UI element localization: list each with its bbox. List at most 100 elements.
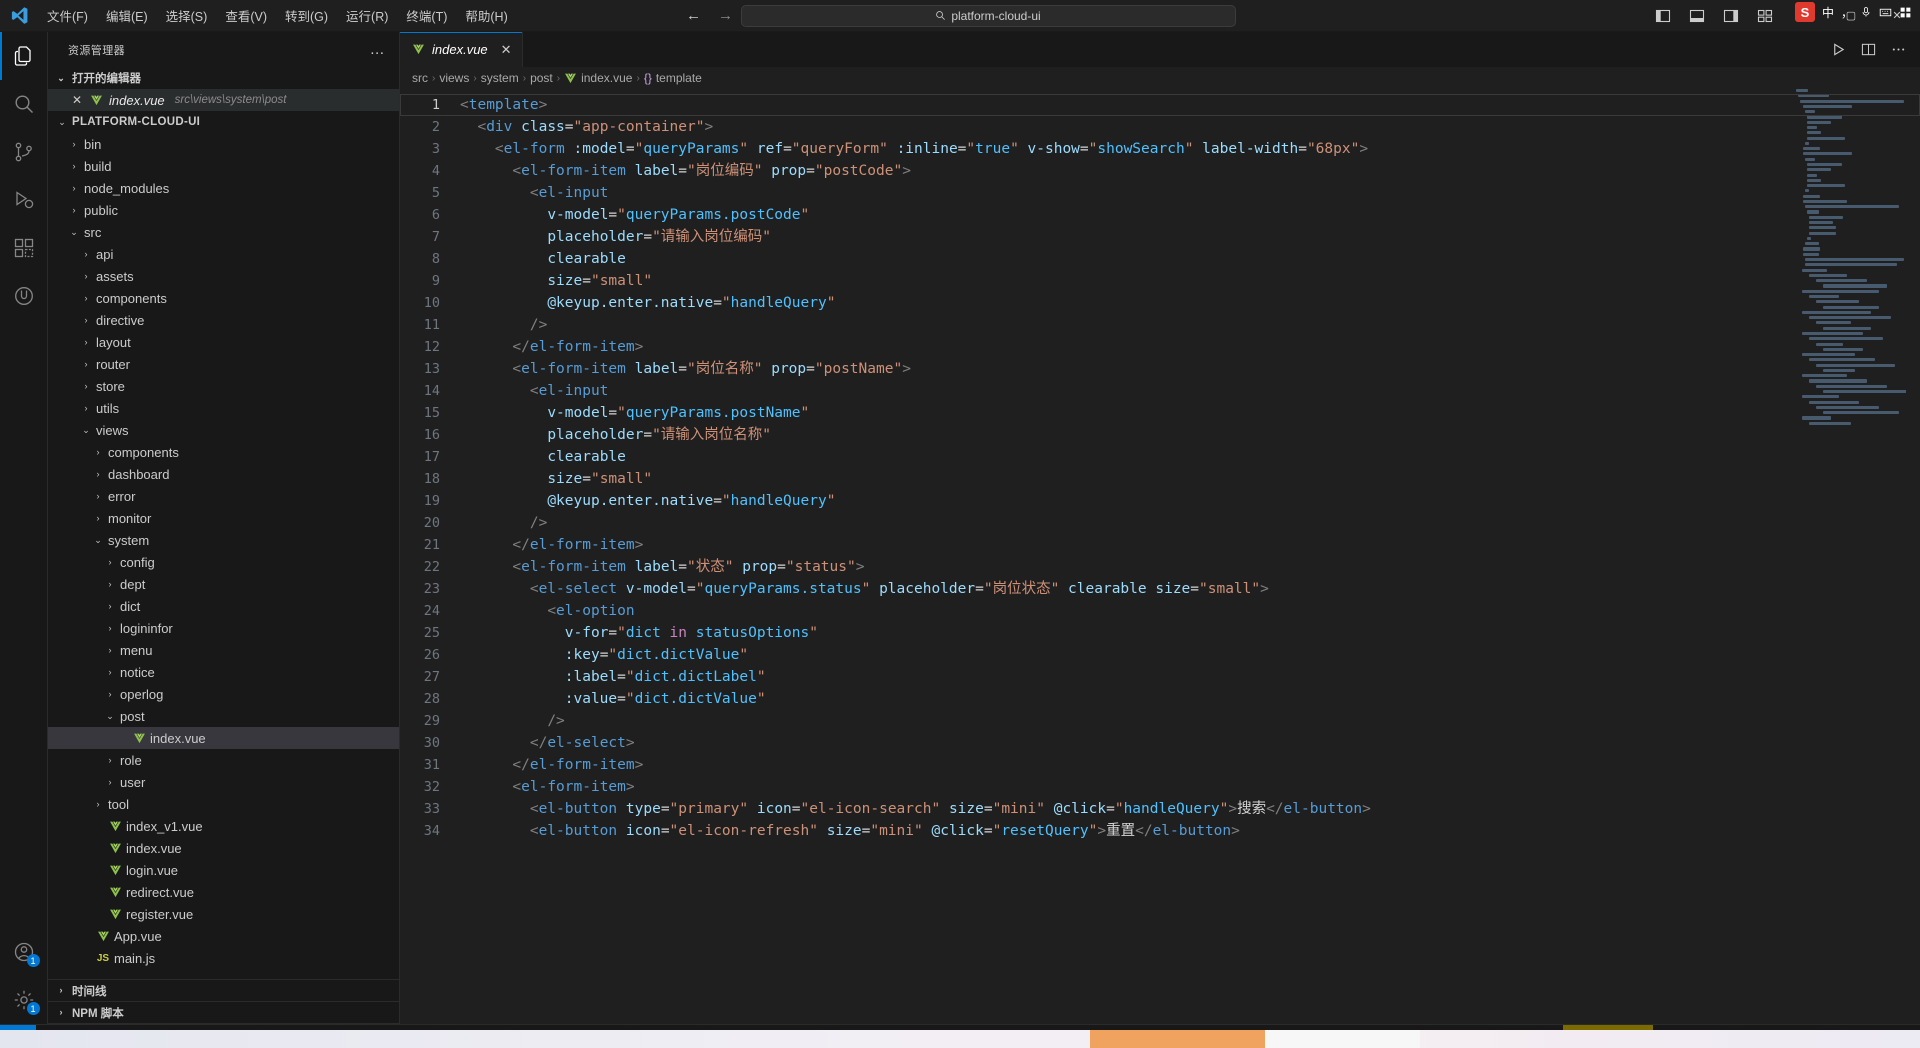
ime-punctuation[interactable]: ， bbox=[1841, 4, 1853, 21]
tree-folder[interactable]: › menu bbox=[48, 639, 399, 661]
tree-root[interactable]: ⌄ PLATFORM-CLOUD-UI bbox=[48, 111, 399, 133]
apps-grid-icon[interactable] bbox=[1899, 6, 1912, 19]
breadcrumb-item[interactable]: system bbox=[481, 71, 519, 85]
toggle-primary-sidebar-icon[interactable] bbox=[1646, 0, 1680, 31]
tree-folder[interactable]: › logininfor bbox=[48, 617, 399, 639]
tree-folder[interactable]: › user bbox=[48, 771, 399, 793]
taskbar-active-window[interactable] bbox=[1090, 1030, 1265, 1048]
back-arrow-icon[interactable]: ← bbox=[685, 8, 703, 23]
close-icon[interactable]: ✕ bbox=[70, 93, 84, 107]
tree-folder[interactable]: › directive bbox=[48, 309, 399, 331]
tree-folder[interactable]: › router bbox=[48, 353, 399, 375]
open-editor-item[interactable]: ✕ index.vue src\views\system\post bbox=[48, 89, 399, 111]
tree-file[interactable]: App.vue bbox=[48, 925, 399, 947]
microphone-icon[interactable] bbox=[1860, 6, 1872, 18]
sogou-logo-icon[interactable]: S bbox=[1794, 2, 1815, 22]
activity-testing[interactable] bbox=[0, 272, 48, 320]
tree-folder[interactable]: › api bbox=[48, 243, 399, 265]
tree-folder[interactable]: › dept bbox=[48, 573, 399, 595]
search-icon bbox=[12, 92, 36, 116]
tab-close-icon[interactable]: ✕ bbox=[501, 42, 512, 58]
keyboard-icon[interactable] bbox=[1879, 6, 1892, 19]
split-editor-icon[interactable] bbox=[1854, 36, 1882, 64]
tree-folder[interactable]: › store bbox=[48, 375, 399, 397]
menu-help[interactable]: 帮助(H) bbox=[456, 0, 516, 31]
tree-folder[interactable]: › build bbox=[48, 155, 399, 177]
tree-folder[interactable]: › utils bbox=[48, 397, 399, 419]
tree-folder[interactable]: ⌄ system bbox=[48, 529, 399, 551]
tree-folder[interactable]: › bin bbox=[48, 133, 399, 155]
tree-file[interactable]: redirect.vue bbox=[48, 881, 399, 903]
section-timeline[interactable]: › 时间线 bbox=[48, 980, 399, 1002]
tree-folder[interactable]: › node_modules bbox=[48, 177, 399, 199]
tree-file[interactable]: JS main.js bbox=[48, 947, 399, 969]
tree-folder[interactable]: › operlog bbox=[48, 683, 399, 705]
tree-folder[interactable]: › role bbox=[48, 749, 399, 771]
tree-file[interactable]: index.vue bbox=[48, 727, 399, 749]
section-npm-scripts[interactable]: › NPM 脚本 bbox=[48, 1002, 399, 1024]
tree-folder[interactable]: › components bbox=[48, 441, 399, 463]
more-actions-icon[interactable]: … bbox=[364, 42, 391, 57]
windows-taskbar[interactable] bbox=[0, 1030, 1920, 1048]
toggle-secondary-sidebar-icon[interactable] bbox=[1714, 0, 1748, 31]
taskbar-window[interactable] bbox=[1265, 1030, 1420, 1048]
menu-run[interactable]: 运行(R) bbox=[337, 0, 397, 31]
tree-item-label: src bbox=[84, 224, 102, 240]
activity-accounts[interactable]: 1 bbox=[0, 928, 48, 976]
tree-folder[interactable]: › dict bbox=[48, 595, 399, 617]
menu-file[interactable]: 文件(F) bbox=[38, 0, 97, 31]
tree-folder[interactable]: › layout bbox=[48, 331, 399, 353]
tree-folder[interactable]: › public bbox=[48, 199, 399, 221]
tree-file[interactable]: index_v1.vue bbox=[48, 815, 399, 837]
tree-item-label: api bbox=[96, 246, 114, 262]
menu-view[interactable]: 查看(V) bbox=[216, 0, 276, 31]
tree-folder[interactable]: › tool bbox=[48, 793, 399, 815]
code-content[interactable]: <template> <div class="app-container"> <… bbox=[460, 89, 1920, 1024]
breadcrumb-item[interactable]: views bbox=[439, 71, 469, 85]
tree-folder[interactable]: ⌄ src bbox=[48, 221, 399, 243]
tree-file[interactable]: register.vue bbox=[48, 903, 399, 925]
tree-folder[interactable]: › components bbox=[48, 287, 399, 309]
breadcrumb-item[interactable]: index.vue bbox=[564, 71, 632, 85]
tree-folder[interactable]: › dashboard bbox=[48, 463, 399, 485]
quick-open-search-input[interactable]: platform-cloud-ui bbox=[740, 4, 1236, 27]
code-line: placeholder="请输入岗位编码" bbox=[547, 229, 772, 245]
breadcrumb-item[interactable]: src bbox=[412, 71, 428, 85]
activity-run-debug[interactable] bbox=[0, 176, 48, 224]
menu-edit[interactable]: 编辑(E) bbox=[97, 0, 157, 31]
tree-folder[interactable]: › error bbox=[48, 485, 399, 507]
activity-explorer[interactable] bbox=[0, 32, 48, 80]
more-actions-icon[interactable] bbox=[1884, 36, 1912, 64]
section-open-editors[interactable]: ⌄ 打开的编辑器 bbox=[48, 67, 399, 89]
customize-layout-icon[interactable] bbox=[1748, 0, 1782, 31]
tree-folder[interactable]: › assets bbox=[48, 265, 399, 287]
run-play-icon[interactable] bbox=[1824, 36, 1852, 64]
files-icon bbox=[12, 44, 36, 68]
activity-settings[interactable]: 1 bbox=[0, 976, 48, 1024]
menu-selection[interactable]: 选择(S) bbox=[157, 0, 217, 31]
breadcrumb-item[interactable]: {} template bbox=[644, 71, 702, 85]
tree-file[interactable]: login.vue bbox=[48, 859, 399, 881]
ime-mode[interactable]: 中 bbox=[1822, 4, 1834, 21]
breadcrumb-item[interactable]: post bbox=[530, 71, 553, 85]
tree-folder[interactable]: › notice bbox=[48, 661, 399, 683]
activity-search[interactable] bbox=[0, 80, 48, 128]
menu-go[interactable]: 转到(G) bbox=[276, 0, 337, 31]
tree-folder[interactable]: ⌄ post bbox=[48, 705, 399, 727]
toggle-panel-icon[interactable] bbox=[1680, 0, 1714, 31]
tree-folder[interactable]: ⌄ views bbox=[48, 419, 399, 441]
menu-terminal[interactable]: 终端(T) bbox=[397, 0, 456, 31]
tree-folder[interactable]: › config bbox=[48, 551, 399, 573]
editor-scrollbar[interactable] bbox=[1906, 89, 1920, 1024]
forward-arrow-icon[interactable]: → bbox=[717, 8, 735, 23]
activity-source-control[interactable] bbox=[0, 128, 48, 176]
code-line: @keyup.enter.native="handleQuery" bbox=[547, 295, 836, 311]
code-editor[interactable]: 1 2 3 4 5 6 7 8 9 10 11 12 13 14 15 16 17 18 19 20 21 22 23 24 2… bbox=[400, 89, 1920, 1024]
tree-item-label: user bbox=[120, 774, 146, 790]
tree-file[interactable]: index.vue bbox=[48, 837, 399, 859]
activity-extensions[interactable] bbox=[0, 224, 48, 272]
chevron-right-icon: › bbox=[72, 138, 76, 149]
line-number: 30 bbox=[423, 735, 440, 751]
tree-folder[interactable]: › monitor bbox=[48, 507, 399, 529]
tab-index-vue[interactable]: index.vue ✕ bbox=[400, 32, 523, 67]
